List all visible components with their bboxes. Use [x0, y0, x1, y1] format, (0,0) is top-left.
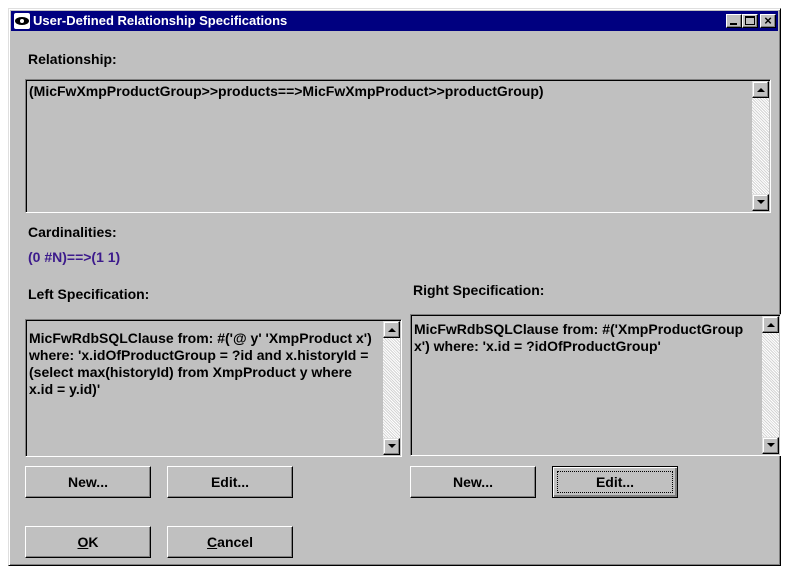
minimize-icon: [730, 23, 737, 25]
cancel-label: Cancel: [207, 534, 253, 550]
scroll-down-button[interactable]: [383, 438, 400, 455]
maximize-button[interactable]: [742, 14, 758, 28]
left-edit-button[interactable]: Edit...: [167, 466, 293, 498]
arrow-down-icon: [767, 443, 775, 447]
scroll-up-button[interactable]: [383, 321, 400, 338]
right-spec-textbox[interactable]: MicFwRdbSQLClause from: #('XmpProductGro…: [410, 314, 781, 456]
scroll-down-button[interactable]: [752, 194, 769, 211]
cardinalities-value: (0 #N)==>(1 1): [28, 249, 121, 265]
scroll-down-button[interactable]: [762, 437, 779, 454]
maximize-icon: [745, 16, 755, 25]
relationship-textbox[interactable]: (MicFwXmpProductGroup>>products==>MicFwX…: [25, 79, 771, 213]
left-new-button[interactable]: New...: [25, 466, 151, 498]
title-bar[interactable]: User-Defined Relationship Specifications…: [11, 11, 778, 31]
relationship-text: (MicFwXmpProductGroup>>products==>MicFwX…: [29, 83, 544, 99]
arrow-down-icon: [388, 444, 396, 448]
right-spec-label: Right Specification:: [413, 282, 545, 298]
relationship-scrollbar[interactable]: [752, 81, 769, 211]
left-spec-textbox[interactable]: MicFwRdbSQLClause from: #('@ y' 'XmpProd…: [25, 319, 402, 457]
ok-label: OK: [77, 534, 99, 550]
left-spec-label: Left Specification:: [28, 286, 150, 302]
scroll-up-button[interactable]: [762, 316, 779, 333]
eye-icon[interactable]: [14, 13, 30, 29]
window-title: User-Defined Relationship Specifications: [33, 13, 288, 28]
arrow-up-icon: [767, 323, 775, 327]
right-spec-scrollbar[interactable]: [762, 316, 779, 454]
arrow-up-icon: [388, 328, 396, 332]
close-icon: ×: [764, 13, 772, 28]
right-edit-button[interactable]: Edit...: [552, 466, 678, 498]
relationship-label: Relationship:: [28, 51, 117, 67]
cardinalities-label: Cardinalities:: [28, 224, 117, 240]
minimize-button[interactable]: [726, 14, 742, 28]
cancel-button[interactable]: Cancel: [167, 526, 293, 558]
left-spec-scrollbar[interactable]: [383, 321, 400, 455]
close-button[interactable]: ×: [760, 13, 776, 28]
scroll-up-button[interactable]: [752, 81, 769, 98]
arrow-up-icon: [757, 88, 765, 92]
ok-button[interactable]: OK: [25, 526, 151, 558]
dialog-window: User-Defined Relationship Specifications…: [8, 8, 781, 566]
left-spec-text: MicFwRdbSQLClause from: #('@ y' 'XmpProd…: [29, 330, 372, 397]
right-new-button[interactable]: New...: [410, 466, 536, 498]
right-spec-text: MicFwRdbSQLClause from: #('XmpProductGro…: [414, 321, 744, 354]
arrow-down-icon: [757, 200, 765, 204]
